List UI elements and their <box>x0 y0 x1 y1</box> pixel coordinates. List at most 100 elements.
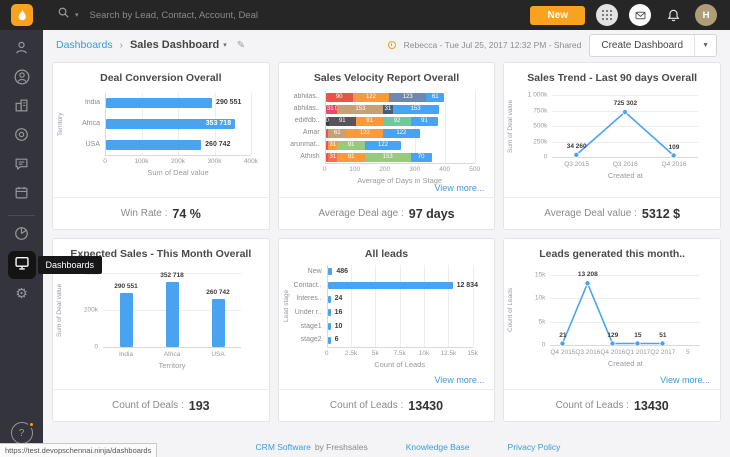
sidebar-item-settings[interactable]: ⚙ <box>8 280 36 308</box>
card-title: Sales Trend - Last 90 days Overall <box>504 63 720 85</box>
privacy-policy-link[interactable]: Privacy Policy <box>508 442 561 452</box>
bar <box>328 309 331 316</box>
y-axis-line <box>327 265 328 347</box>
bar-segment: 92 <box>383 117 411 126</box>
x-axis-title: Created at <box>552 171 698 180</box>
bar-segment: 70 <box>411 153 432 162</box>
bar-segment: 122 <box>353 93 390 102</box>
bar-segment: 61 <box>426 93 444 102</box>
stacked-bar: 61122122 <box>326 129 420 138</box>
email-icon[interactable] <box>629 4 651 26</box>
clock-icon <box>388 41 396 49</box>
global-search[interactable]: ▾ Search by Lead, Contact, Account, Deal <box>57 6 258 24</box>
breadcrumb-current[interactable]: Sales Dashboard <box>130 39 219 51</box>
bar-segment: 91 <box>337 141 364 150</box>
point-value-label: 34 260 <box>567 143 587 150</box>
sidebar-item-deals[interactable] <box>8 123 36 151</box>
user-avatar[interactable]: H <box>695 4 717 26</box>
person-icon <box>14 40 29 60</box>
x-axis-title: Created at <box>550 359 700 368</box>
y-axis-title: Sum of Deal value <box>56 273 63 347</box>
view-more-link[interactable]: View more... <box>434 375 484 385</box>
help-notification-dot <box>28 421 35 428</box>
create-dashboard-caret-icon[interactable]: ▼ <box>694 35 716 56</box>
view-more-link[interactable]: View more... <box>660 375 710 385</box>
category-label: Interes.. <box>283 295 322 302</box>
sidebar-item-reports[interactable] <box>8 222 36 250</box>
x-axis-title: Sum of Deal value <box>105 168 251 177</box>
search-placeholder: Search by Lead, Contact, Account, Deal <box>90 10 258 21</box>
dashboard-switcher-caret-icon[interactable]: ▾ <box>223 41 227 49</box>
create-dashboard-label[interactable]: Create Dashboard <box>590 35 694 56</box>
card-footer-label: Count of Deals : <box>112 400 184 411</box>
gear-icon: ⚙ <box>15 285 28 303</box>
gridline <box>445 91 446 163</box>
x-tick-label: 300 <box>409 166 420 173</box>
data-point <box>585 281 590 286</box>
chart-area: 0200k400kTerritorySum of Deal value290 5… <box>53 261 269 389</box>
category-label: Contact.. <box>283 282 322 289</box>
y-tick-label: 200k <box>84 307 98 314</box>
notifications-bell-icon[interactable] <box>662 4 684 26</box>
x-axis-line <box>325 163 475 164</box>
edit-pencil-icon[interactable]: ✎ <box>237 40 245 51</box>
card-footer: Count of Deals :193 <box>53 389 269 421</box>
chart-area: 0100k200k300k400kSum of Deal valueTerrit… <box>53 85 269 197</box>
search-scope-caret-icon[interactable]: ▾ <box>75 11 79 19</box>
chat-icon <box>14 156 29 176</box>
create-dashboard-button[interactable]: Create Dashboard ▼ <box>589 34 717 57</box>
x-tick-label: 100k <box>134 158 148 165</box>
sidebar-item-leads[interactable] <box>8 36 36 64</box>
gridline <box>375 265 376 347</box>
help-icon[interactable]: ? <box>11 422 33 444</box>
y-tick-label: 1 000k <box>528 92 548 99</box>
knowledge-base-link[interactable]: Knowledge Base <box>406 442 470 452</box>
new-button[interactable]: New <box>530 6 585 25</box>
sidebar-item-appointments[interactable] <box>8 181 36 209</box>
data-point <box>635 341 640 346</box>
x-axis-line <box>105 155 251 156</box>
search-icon <box>57 6 70 24</box>
bar-value-label: 10 <box>335 323 343 330</box>
card-footer-value: 13430 <box>634 399 669 413</box>
x-axis-title: Territory <box>103 361 241 370</box>
category-label: Athish <box>281 153 320 160</box>
bar-segment: 123 <box>389 93 426 102</box>
stacked-bar: 3191122 <box>326 141 402 150</box>
x-axis-line <box>103 347 241 348</box>
app-logo[interactable] <box>0 0 43 30</box>
bar-segment: 122 <box>383 129 420 138</box>
x-tick-label: 0 <box>323 166 327 173</box>
y-tick-label: 0 <box>544 154 548 161</box>
point-value-label: 21 <box>559 332 566 339</box>
chart-area: View more...02.5k5k7.5k10k12.5k15kCount … <box>279 261 495 389</box>
y-tick-label: 5k <box>538 318 545 325</box>
bar <box>120 293 133 347</box>
x-tick-label: Q4 2016 <box>662 161 687 168</box>
x-tick-label: Q3 2016 <box>613 161 638 168</box>
sidebar-item-dashboards[interactable] <box>8 251 36 279</box>
sidebar-item-conversations[interactable] <box>8 152 36 180</box>
crm-software-link[interactable]: CRM Software <box>256 442 311 452</box>
x-tick-label: Q3 2016 <box>575 349 600 356</box>
sidebar-divider <box>8 215 35 216</box>
dialer-icon[interactable] <box>596 4 618 26</box>
data-point <box>560 341 565 346</box>
bar-value-label: 260 742 <box>206 289 230 296</box>
dashboard-card: Leads generated this month..View more...… <box>503 238 721 422</box>
top-bar: ▾ Search by Lead, Contact, Account, Deal… <box>0 0 730 30</box>
card-footer: Count of Leads :13430 <box>504 389 720 421</box>
bar-segment: 153 <box>337 105 383 114</box>
chart-area: 0250k500k750k1 000kCreated atSum of Deal… <box>504 85 720 197</box>
bar-segment: 153 <box>365 153 411 162</box>
target-icon <box>14 127 29 147</box>
sidebar-item-contacts[interactable] <box>8 65 36 93</box>
breadcrumb-dashboards-link[interactable]: Dashboards <box>56 39 113 51</box>
x-tick-label: Q4 2015 <box>550 349 575 356</box>
sidebar-item-accounts[interactable] <box>8 94 36 122</box>
person-circle-icon <box>14 69 30 90</box>
bar-segment: 153 <box>393 105 439 114</box>
bar-segment: 31 <box>328 141 337 150</box>
bar <box>328 323 331 330</box>
freshsales-logo-icon <box>11 4 33 26</box>
